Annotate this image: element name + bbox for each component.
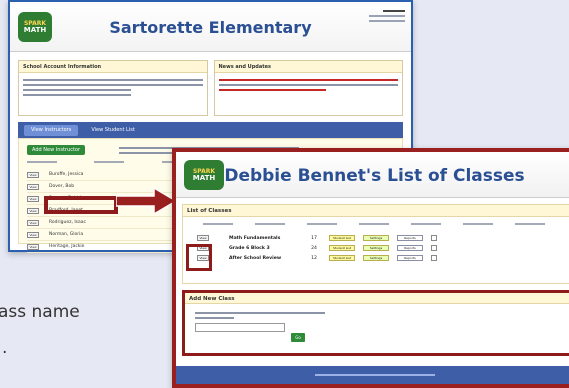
student-list-button[interactable]: Student List (329, 235, 355, 241)
student-count: 12 (311, 255, 317, 261)
news-panel: News and Updates (213, 60, 403, 116)
delete-icon[interactable] (431, 255, 437, 261)
delete-icon[interactable] (431, 245, 437, 251)
reports-button[interactable]: Reports (397, 255, 423, 261)
delete-icon[interactable] (431, 235, 437, 241)
page-title: Sartorette Elementary (109, 18, 312, 37)
school-account-panel: School Account Information (18, 60, 208, 116)
add-class-form: Go (195, 309, 325, 342)
caption-line-2: . (2, 338, 8, 358)
settings-button[interactable]: Settings (363, 255, 389, 261)
panel-title: Add New Class (185, 293, 569, 304)
class-list-header: SPARK MATH Debbie Bennet's List of Class… (176, 152, 569, 198)
instructor-tabs: View Instructors View Student List (18, 122, 403, 138)
instructor-name: Norman, Gloria (49, 232, 84, 237)
view-button[interactable]: View (27, 243, 39, 250)
settings-button[interactable]: Settings (363, 235, 389, 241)
add-instructor-button[interactable]: Add New Instructor (27, 145, 86, 155)
table-header (203, 223, 562, 225)
view-button[interactable]: View (27, 183, 39, 190)
instructor-name: Rodriguez, Isaac (49, 220, 86, 225)
view-button[interactable]: View (27, 195, 39, 202)
class-list-screenshot: SPARK MATH Debbie Bennet's List of Class… (172, 148, 569, 388)
panel-title: School Account Information (19, 61, 207, 73)
class-rows: View Math Fundamentals 17 Student List S… (197, 233, 568, 263)
settings-button[interactable]: Settings (363, 245, 389, 251)
add-class-button[interactable]: Go (291, 333, 305, 342)
reports-button[interactable]: Reports (397, 235, 423, 241)
class-name: After School Review (229, 255, 282, 261)
tab-view-student-list[interactable]: View Student List (84, 125, 141, 136)
add-new-class-panel: Add New Class Go (182, 290, 569, 356)
highlight-view-button (186, 244, 212, 271)
right-arrow-icon (116, 188, 176, 214)
view-button[interactable]: View (27, 171, 39, 178)
student-count: 24 (311, 245, 317, 251)
view-button[interactable]: View (27, 231, 39, 238)
info-panels: School Account Information News and Upda… (18, 60, 403, 116)
view-button[interactable]: View (27, 207, 39, 214)
table-row: View Math Fundamentals 17 Student List S… (197, 233, 568, 243)
page-title: Debbie Bennet's List of Classes (224, 166, 525, 186)
caption-line-1: ass name (0, 302, 80, 322)
student-list-button[interactable]: Student List (329, 255, 355, 261)
tab-view-instructors[interactable]: View Instructors (24, 124, 79, 136)
school-header: SPARK MATH Sartorette Elementary (10, 2, 411, 52)
footer-bar (176, 366, 569, 384)
table-row: View Grade 6 Block 3 24 Student List Set… (197, 243, 568, 253)
highlight-selected-instructor (44, 196, 118, 214)
account-links[interactable] (369, 10, 405, 25)
student-list-button[interactable]: Student List (329, 245, 355, 251)
class-name: Math Fundamentals (229, 235, 281, 241)
reports-button[interactable]: Reports (397, 245, 423, 251)
instructor-name: Buroffe, Jessica (49, 172, 84, 177)
panel-title: News and Updates (214, 61, 402, 73)
view-button[interactable]: View (27, 219, 39, 226)
class-name: Grade 6 Block 3 (229, 245, 270, 251)
panel-title: List of Classes (183, 205, 569, 217)
instructor-name: Heritage, Jackie (49, 244, 85, 249)
list-of-classes-panel: List of Classes View Math Fundamentals 1… (182, 204, 569, 284)
view-button[interactable]: View (197, 235, 209, 241)
table-row: View After School Review 12 Student List… (197, 253, 568, 263)
instructor-name: Dover, Bob (49, 184, 75, 189)
student-count: 17 (311, 235, 317, 241)
class-name-input[interactable] (195, 323, 285, 332)
